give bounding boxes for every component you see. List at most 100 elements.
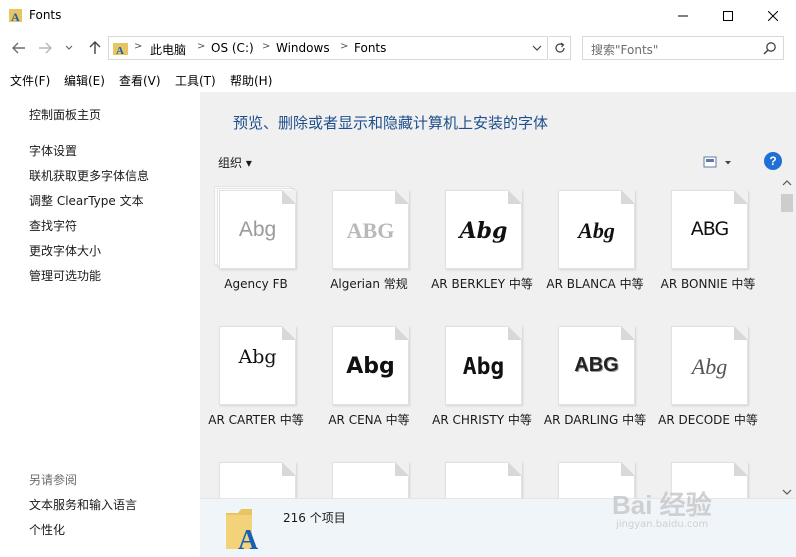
minimize-icon <box>678 15 688 17</box>
scroll-thumb[interactable] <box>781 194 793 212</box>
breadcrumb-fonts[interactable]: Fonts <box>354 41 386 55</box>
font-file-icon <box>219 462 296 498</box>
arrow-left-icon <box>12 42 25 54</box>
menu-view[interactable]: 查看(V) <box>119 72 161 89</box>
font-file-icon: Abg <box>219 326 296 405</box>
address-dropdown-button[interactable] <box>529 40 545 56</box>
chevron-right-icon: > <box>340 41 349 52</box>
font-name: AR BONNIE 中等 <box>660 277 756 291</box>
maximize-button[interactable] <box>705 0 751 32</box>
font-tile-ar-decode[interactable]: Abg AR DECODE 中等 <box>652 314 764 446</box>
organize-menu-button[interactable]: 组织 ▾ <box>218 154 252 171</box>
scroll-up-icon[interactable] <box>782 180 792 186</box>
left-pane: 控制面板主页 字体设置 联机获取更多字体信息 调整 ClearType 文本 查… <box>0 92 200 557</box>
font-file-icon: ABG <box>671 190 748 269</box>
font-file-icon: Abg <box>332 326 409 405</box>
font-name: AR DECODE 中等 <box>658 413 758 427</box>
font-name: AR CHRISTY 中等 <box>432 413 532 427</box>
minimize-button[interactable] <box>660 0 706 32</box>
font-tile-ar-berkley[interactable]: Abg AR BERKLEY 中等 <box>426 178 538 310</box>
watermark-url: jingyan.baidu.com <box>616 519 709 530</box>
font-tile[interactable] <box>313 450 425 498</box>
font-name: Algerian 常规 <box>330 277 408 291</box>
help-icon[interactable]: ? <box>764 152 782 170</box>
breadcrumb-this-pc[interactable]: 此电脑 <box>150 41 186 58</box>
control-panel-home-link[interactable]: 控制面板主页 <box>29 106 101 123</box>
chevron-down-icon <box>65 45 73 50</box>
font-sample: Abg <box>578 218 615 243</box>
font-sample: Abg <box>346 354 395 379</box>
font-file-icon: ABG <box>332 190 409 269</box>
font-file-icon: Abg <box>445 326 522 405</box>
font-name: Agency FB <box>224 277 288 291</box>
font-sample: Abg <box>238 346 277 368</box>
adjust-cleartype-link[interactable]: 调整 ClearType 文本 <box>29 192 144 209</box>
font-folder-icon: A <box>113 43 128 56</box>
search-input[interactable]: 搜索"Fonts" <box>582 36 784 60</box>
font-settings-link[interactable]: 字体设置 <box>29 142 77 159</box>
change-font-size-link[interactable]: 更改字体大小 <box>29 242 101 259</box>
recent-locations-button[interactable] <box>62 38 76 58</box>
refresh-button[interactable] <box>549 36 571 60</box>
font-name: AR DARLING 中等 <box>543 413 647 427</box>
svg-text:A: A <box>116 45 124 56</box>
close-button[interactable] <box>750 0 796 32</box>
chevron-right-icon: > <box>197 41 206 52</box>
menu-edit[interactable]: 编辑(E) <box>64 72 105 89</box>
font-file-icon: ABG <box>558 326 635 405</box>
menu-file[interactable]: 文件(F) <box>10 72 50 89</box>
font-file-icon: Abg <box>558 190 635 269</box>
arrow-right-icon <box>39 42 52 54</box>
see-also-header: 另请参阅 <box>29 473 78 487</box>
font-tile[interactable] <box>200 450 312 498</box>
font-name: AR CENA 中等 <box>328 413 410 427</box>
font-tile-ar-darling[interactable]: ABG AR DARLING 中等 <box>539 314 651 446</box>
font-tile[interactable] <box>426 450 538 498</box>
change-view-button[interactable] <box>703 156 733 170</box>
font-file-icon <box>445 462 522 498</box>
breadcrumb-os-c[interactable]: OS (C:) <box>211 41 254 55</box>
chevron-down-icon <box>532 45 542 51</box>
font-folder-icon: A <box>226 509 259 551</box>
font-sample: Abg <box>238 218 277 241</box>
item-count: 216 个项目 <box>283 511 346 525</box>
font-file-icon: Abg <box>671 326 748 405</box>
font-tile-ar-christy[interactable]: Abg AR CHRISTY 中等 <box>426 314 538 446</box>
back-button[interactable] <box>9 38 29 58</box>
address-bar[interactable]: A > 此电脑 > OS (C:) > Windows > Fonts <box>108 36 548 60</box>
font-tile-algerian[interactable]: ABG Algerian 常规 <box>313 178 425 310</box>
font-file-icon <box>332 462 409 498</box>
font-tile-ar-blanca[interactable]: Abg AR BLANCA 中等 <box>539 178 651 310</box>
text-services-link[interactable]: 文本服务和输入语言 <box>29 496 137 513</box>
svg-text:A: A <box>11 10 20 23</box>
breadcrumb-windows[interactable]: Windows <box>276 41 330 55</box>
menu-help[interactable]: 帮助(H) <box>230 72 272 89</box>
up-button[interactable] <box>85 38 105 58</box>
manage-optional-features-link[interactable]: 管理可选功能 <box>29 267 101 284</box>
vertical-scrollbar[interactable] <box>778 178 796 498</box>
font-tile-ar-carter[interactable]: Abg AR CARTER 中等 <box>200 314 312 446</box>
find-character-link[interactable]: 查找字符 <box>29 217 77 234</box>
font-name: AR BERKLEY 中等 <box>431 277 533 291</box>
forward-button[interactable] <box>35 38 55 58</box>
watermark-main: Bai 经验 <box>612 490 712 520</box>
font-file-icon: Abg <box>214 186 296 269</box>
window-title: Fonts <box>29 8 62 22</box>
font-name: AR BLANCA 中等 <box>546 277 644 291</box>
svg-text:A: A <box>238 525 259 551</box>
menu-tools[interactable]: 工具(T) <box>175 72 216 89</box>
font-sample: ABG <box>690 218 729 240</box>
font-file-icon: Abg <box>445 190 522 269</box>
personalization-link[interactable]: 个性化 <box>29 521 65 538</box>
font-tile-agency-fb[interactable]: Abg Agency FB <box>200 178 312 310</box>
menu-bar: 文件(F) 编辑(E) 查看(V) 工具(T) 帮助(H) <box>0 66 796 92</box>
font-sample: ABG <box>574 354 619 376</box>
get-font-info-online-link[interactable]: 联机获取更多字体信息 <box>29 167 149 184</box>
font-sample: Abg <box>459 218 508 244</box>
chevron-right-icon: > <box>134 41 143 52</box>
font-sample: Abg <box>462 354 505 380</box>
font-tile-ar-cena[interactable]: Abg AR CENA 中等 <box>313 314 425 446</box>
chevron-right-icon: > <box>262 41 271 52</box>
font-tile-ar-bonnie[interactable]: ABG AR BONNIE 中等 <box>652 178 764 310</box>
scroll-down-icon[interactable] <box>782 489 792 495</box>
